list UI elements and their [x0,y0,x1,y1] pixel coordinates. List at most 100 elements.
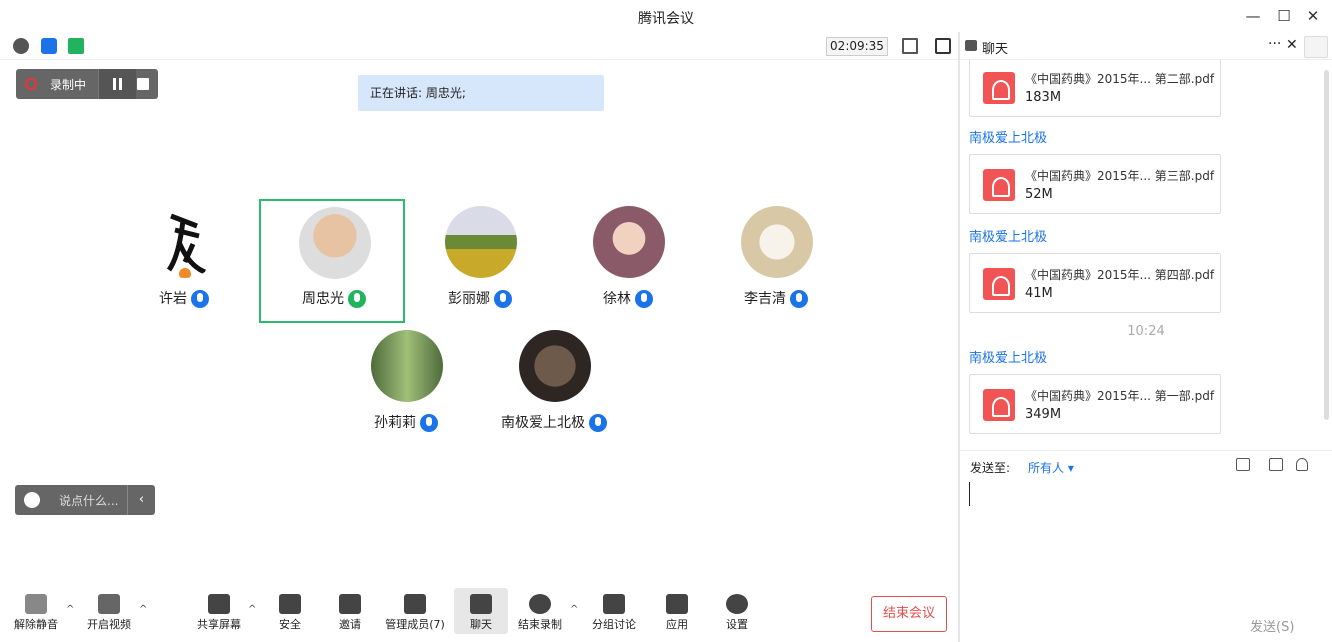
stop-recording-toolbar-button[interactable]: 结束录制 [515,588,565,634]
mic-icon [494,290,512,308]
security-button[interactable]: 安全 [270,588,310,634]
avatar [445,206,517,278]
chat-scrollbar[interactable] [1324,70,1329,420]
meeting-toolbar: 02:09:35 [0,32,958,60]
share-options-chevron-icon[interactable]: ^ [248,604,256,615]
meeting-timer: 02:09:35 [826,37,888,56]
participant-name: 孙莉莉 [374,415,416,431]
message-sender[interactable]: 南极爱上北极 [969,347,1047,366]
participant-name: 彭丽娜 [448,291,490,307]
participant-name-row: 周忠光 [261,288,407,308]
participant-name-row: 许岩 [111,288,257,308]
chat-header: 聊天 ··· ✕ [960,32,1332,60]
file-size: 52M [1025,187,1053,202]
chat-icon [470,594,492,614]
chat-panel: 聊天 ··· ✕ 《中国药典》2015年... 第二部.pdf 183M 南极爱… [960,32,1332,642]
breakout-rooms-button[interactable]: 分组讨论 [590,588,638,634]
send-button[interactable]: 发送(S) [1250,616,1294,635]
apps-button[interactable]: 应用 [660,588,694,634]
file-name: 《中国药典》2015年... 第二部.pdf [1025,72,1215,86]
participant-tile[interactable]: 李吉清 [703,200,849,324]
participant-tile[interactable]: 彭丽娜 [407,200,553,324]
file-name: 《中国药典》2015年... 第一部.pdf [1025,389,1215,403]
stop-recording-button[interactable] [137,78,149,90]
file-message[interactable]: 《中国药典》2015年... 第三部.pdf 52M [969,154,1221,214]
unmute-button[interactable]: 解除静音 [12,588,60,634]
notice-icon[interactable] [1269,458,1283,471]
participant-name-row: 徐林 [555,288,701,308]
recipient-select[interactable]: 所有人 ▾ [1028,459,1074,476]
user-icon[interactable] [1296,458,1308,471]
participant-name: 南极爱上北极 [501,415,585,431]
layout-toggle-icon[interactable] [935,38,951,54]
start-video-label: 开启视频 [87,618,131,631]
chat-input[interactable] [969,482,970,506]
participant-tile[interactable]: 孙莉莉 [333,324,479,448]
invite-label: 邀请 [339,618,361,631]
participant-tile[interactable]: 南极爱上北极 [481,324,627,448]
fullscreen-icon[interactable] [902,38,918,54]
participant-name-row: 彭丽娜 [407,288,553,308]
stop-record-icon [529,594,551,614]
file-message[interactable]: 《中国药典》2015年... 第四部.pdf 41M [969,253,1221,313]
close-button[interactable]: ✕ [1302,6,1324,26]
maximize-button[interactable]: ☐ [1273,6,1295,26]
signature-avatar-icon [166,213,207,278]
menu-icon[interactable] [1304,36,1328,58]
emoji-icon[interactable] [24,492,40,508]
share-screen-label: 共享屏幕 [197,618,241,631]
end-meeting-button[interactable]: 结束会议 [871,596,947,632]
video-off-icon [98,594,120,614]
settings-button[interactable]: 设置 [720,588,754,634]
info-icon[interactable] [13,38,29,54]
participant-tile[interactable]: 徐林 [555,200,701,324]
chat-button[interactable]: 聊天 [454,588,508,634]
share-screen-button[interactable]: 共享屏幕 [194,588,244,634]
record-options-chevron-icon[interactable]: ^ [570,604,578,615]
message-sender[interactable]: 南极爱上北极 [969,127,1047,146]
apps-icon [666,594,688,614]
members-icon [404,594,426,614]
breakout-label: 分组讨论 [592,618,636,631]
mic-icon [790,290,808,308]
bottom-control-bar: 解除静音 ^ 开启视频 ^ 共享屏幕 ^ 安全 邀请 管理成员(7) 聊天 结束… [0,588,958,642]
participant-name-row: 南极爱上北极 [481,412,627,432]
mic-muted-icon [25,594,47,614]
file-message[interactable]: 《中国药典》2015年... 第一部.pdf 349M [969,374,1221,434]
chat-icon [965,40,977,51]
pause-recording-button[interactable] [98,69,136,99]
start-video-button[interactable]: 开启视频 [84,588,134,634]
collapse-chevron-icon[interactable]: ‹ [127,485,155,515]
quick-chat-box[interactable]: 说点什么... ‹ [15,485,155,515]
participant-name-row: 李吉清 [703,288,849,308]
send-to-label: 发送至: [970,461,1011,475]
avatar [299,207,371,279]
audio-options-chevron-icon[interactable]: ^ [66,604,74,615]
chat-messages[interactable]: 《中国药典》2015年... 第二部.pdf 183M 南极爱上北极 《中国药典… [960,60,1312,450]
shield-icon [279,594,301,614]
participant-tile-active[interactable]: 周忠光 [259,199,405,323]
close-chat-icon[interactable]: ✕ [1286,37,1298,53]
mic-speaking-icon [348,290,366,308]
participant-tile[interactable]: 许岩 [111,200,257,324]
recording-control: 录制中 [16,69,158,99]
file-message[interactable]: 《中国药典》2015年... 第二部.pdf 183M [969,60,1221,117]
message-sender[interactable]: 南极爱上北极 [969,226,1047,245]
manage-members-button[interactable]: 管理成员(7) [384,588,446,634]
mic-icon [191,290,209,308]
signal-icon[interactable] [68,38,84,54]
unmute-label: 解除静音 [14,618,58,631]
avatar [149,206,221,278]
add-user-icon [339,594,361,614]
invite-button[interactable]: 邀请 [330,588,370,634]
file-icon[interactable] [1236,458,1250,471]
mic-icon [635,290,653,308]
shield-icon[interactable] [41,38,57,54]
gear-icon [726,594,748,614]
minimize-button[interactable]: — [1242,6,1264,26]
more-icon[interactable]: ··· [1268,36,1281,52]
quick-chat-placeholder[interactable]: 说点什么... [59,492,118,509]
file-name: 《中国药典》2015年... 第三部.pdf [1025,169,1215,183]
video-options-chevron-icon[interactable]: ^ [139,604,147,615]
recording-label: 录制中 [50,78,87,92]
